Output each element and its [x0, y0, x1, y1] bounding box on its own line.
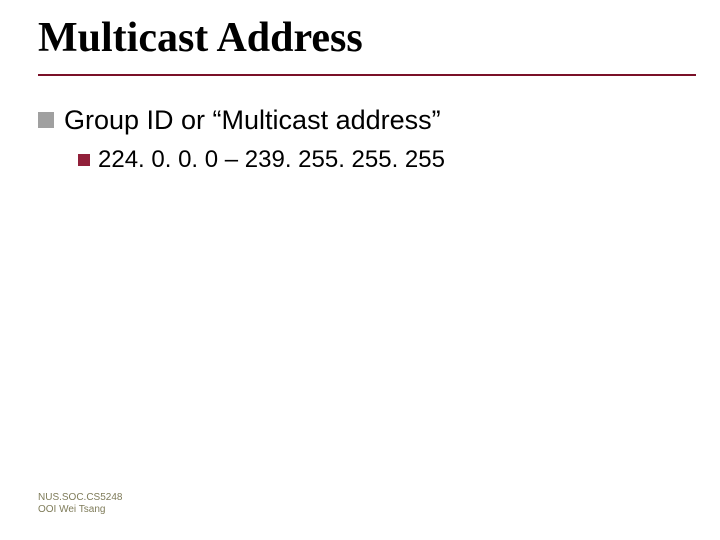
square-bullet-icon: [78, 154, 90, 166]
bullet-level2-text: 224. 0. 0. 0 – 239. 255. 255. 255: [98, 146, 445, 175]
slide-title: Multicast Address: [38, 14, 696, 76]
footer-line2: OOI Wei Tsang: [38, 504, 122, 516]
bullet-level1: Group ID or “Multicast address”: [38, 104, 696, 136]
footer-line1: NUS.SOC.CS5248: [38, 492, 122, 504]
slide-content: Group ID or “Multicast address” 224. 0. …: [38, 104, 696, 175]
bullet-level2: 224. 0. 0. 0 – 239. 255. 255. 255: [78, 146, 696, 175]
slide-footer: NUS.SOC.CS5248 OOI Wei Tsang: [38, 492, 122, 516]
slide: Multicast Address Group ID or “Multicast…: [0, 0, 720, 540]
square-bullet-icon: [38, 112, 54, 128]
bullet-level1-text: Group ID or “Multicast address”: [64, 104, 441, 136]
